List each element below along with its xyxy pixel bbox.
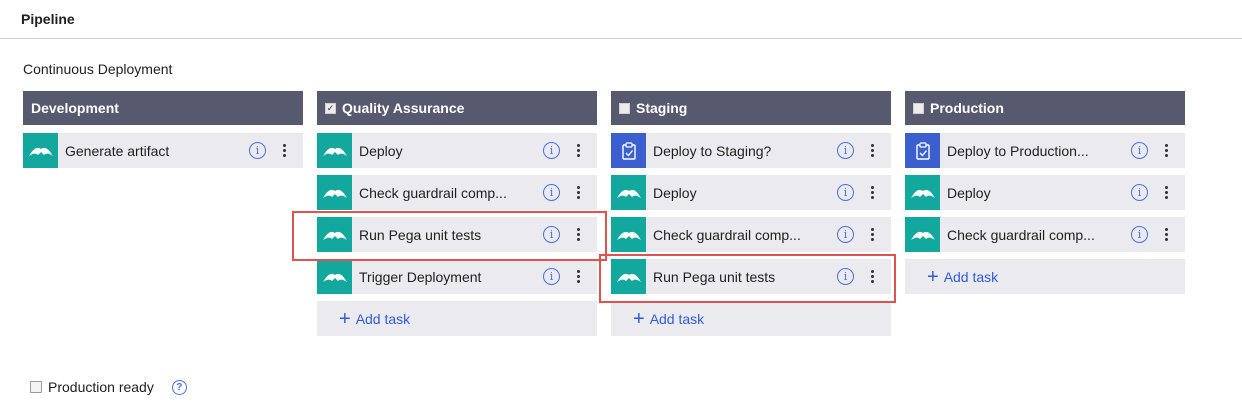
task-row[interactable]: Deploy to Staging? i <box>611 133 891 168</box>
task-row[interactable]: Deploy to Production... i <box>905 133 1185 168</box>
production-ready-label: Production ready <box>48 379 154 395</box>
stage-development: Development Generate artifact i <box>23 91 303 168</box>
info-icon[interactable]: i <box>543 268 560 285</box>
clipboard-check-icon <box>611 133 646 168</box>
task-label: Deploy <box>653 184 697 201</box>
more-options-icon[interactable] <box>573 225 583 245</box>
more-options-icon[interactable] <box>867 183 877 203</box>
plus-icon: + <box>927 265 939 288</box>
stage-checkbox[interactable] <box>913 102 924 114</box>
pega-bird-icon <box>905 217 940 252</box>
stage-title: Quality Assurance <box>342 100 465 116</box>
page-title: Pipeline <box>21 11 75 27</box>
add-task-label: Add task <box>649 310 705 327</box>
pega-bird-icon <box>611 259 646 294</box>
task-label: Generate artifact <box>65 142 170 159</box>
more-options-icon[interactable] <box>867 225 877 245</box>
production-ready-row: Production ready ? <box>30 379 187 395</box>
task-row[interactable]: Check guardrail comp... i <box>317 175 597 210</box>
task-row[interactable]: Deploy i <box>905 175 1185 210</box>
info-icon[interactable]: i <box>1131 142 1148 159</box>
task-label: Check guardrail comp... <box>947 226 1095 243</box>
stage-quality-assurance: ✓ Quality Assurance Deploy i Check guardrail… <box>317 91 597 336</box>
add-task-label: Add task <box>355 310 411 327</box>
task-row[interactable]: Generate artifact i <box>23 133 303 168</box>
plus-icon: + <box>339 307 351 330</box>
task-label: Deploy <box>359 142 403 159</box>
task-label: Check guardrail comp... <box>359 184 507 201</box>
task-label: Check guardrail comp... <box>653 226 801 243</box>
plus-icon: + <box>633 307 645 330</box>
add-task-button[interactable]: + Add task <box>611 301 891 336</box>
task-label: Deploy to Production... <box>947 142 1089 159</box>
task-label: Deploy to Staging? <box>653 142 772 159</box>
task-row[interactable]: Run Pega unit tests i <box>317 217 597 252</box>
stage-title: Staging <box>636 100 688 116</box>
add-task-label: Add task <box>943 268 999 285</box>
pega-bird-icon <box>611 217 646 252</box>
task-row[interactable]: Run Pega unit tests i <box>611 259 891 294</box>
pega-bird-icon <box>905 175 940 210</box>
pega-bird-icon <box>611 175 646 210</box>
stage-header: Production <box>905 91 1185 125</box>
pega-bird-icon <box>317 175 352 210</box>
more-options-icon[interactable] <box>573 183 583 203</box>
more-options-icon[interactable] <box>867 141 877 161</box>
stage-checkbox[interactable]: ✓ <box>325 102 336 114</box>
info-icon[interactable]: i <box>837 184 854 201</box>
pega-bird-icon <box>23 133 58 168</box>
info-icon[interactable]: i <box>837 142 854 159</box>
task-row[interactable]: Check guardrail comp... i <box>611 217 891 252</box>
task-row[interactable]: Deploy i <box>611 175 891 210</box>
task-row[interactable]: Deploy i <box>317 133 597 168</box>
help-icon[interactable]: ? <box>171 379 187 395</box>
more-options-icon[interactable] <box>1161 225 1171 245</box>
pega-bird-icon <box>317 259 352 294</box>
info-icon[interactable]: i <box>249 142 266 159</box>
task-row[interactable]: Check guardrail comp... i <box>905 217 1185 252</box>
info-icon[interactable]: i <box>837 226 854 243</box>
more-options-icon[interactable] <box>1161 183 1171 203</box>
info-icon[interactable]: i <box>543 226 560 243</box>
stage-production: Production Deploy to Production... i Deploy… <box>905 91 1185 294</box>
more-options-icon[interactable] <box>1161 141 1171 161</box>
info-icon[interactable]: i <box>1131 226 1148 243</box>
stage-checkbox[interactable] <box>619 102 630 114</box>
task-label: Run Pega unit tests <box>653 268 776 285</box>
pipeline-name: Continuous Deployment <box>23 61 173 77</box>
task-label: Trigger Deployment <box>359 268 482 285</box>
info-icon[interactable]: i <box>1131 184 1148 201</box>
pega-bird-icon <box>317 133 352 168</box>
stage-header: ✓ Quality Assurance <box>317 91 597 125</box>
stage-title: Development <box>31 100 119 116</box>
task-row[interactable]: Trigger Deployment i <box>317 259 597 294</box>
stage-header: Development <box>23 91 303 125</box>
production-ready-checkbox[interactable] <box>30 381 42 393</box>
info-icon[interactable]: i <box>837 268 854 285</box>
more-options-icon[interactable] <box>573 141 583 161</box>
stage-title: Production <box>930 100 1004 116</box>
task-label: Deploy <box>947 184 991 201</box>
pega-bird-icon <box>317 217 352 252</box>
info-icon[interactable]: i <box>543 184 560 201</box>
add-task-button[interactable]: + Add task <box>905 259 1185 294</box>
more-options-icon[interactable] <box>867 267 877 287</box>
add-task-button[interactable]: + Add task <box>317 301 597 336</box>
info-icon[interactable]: i <box>543 142 560 159</box>
page-header: Pipeline <box>0 0 1242 39</box>
more-options-icon[interactable] <box>573 267 583 287</box>
stage-staging: Staging Deploy to Staging? i Deploy i Check g… <box>611 91 891 336</box>
stage-header: Staging <box>611 91 891 125</box>
task-label: Run Pega unit tests <box>359 226 482 243</box>
more-options-icon[interactable] <box>279 141 289 161</box>
clipboard-check-icon <box>905 133 940 168</box>
